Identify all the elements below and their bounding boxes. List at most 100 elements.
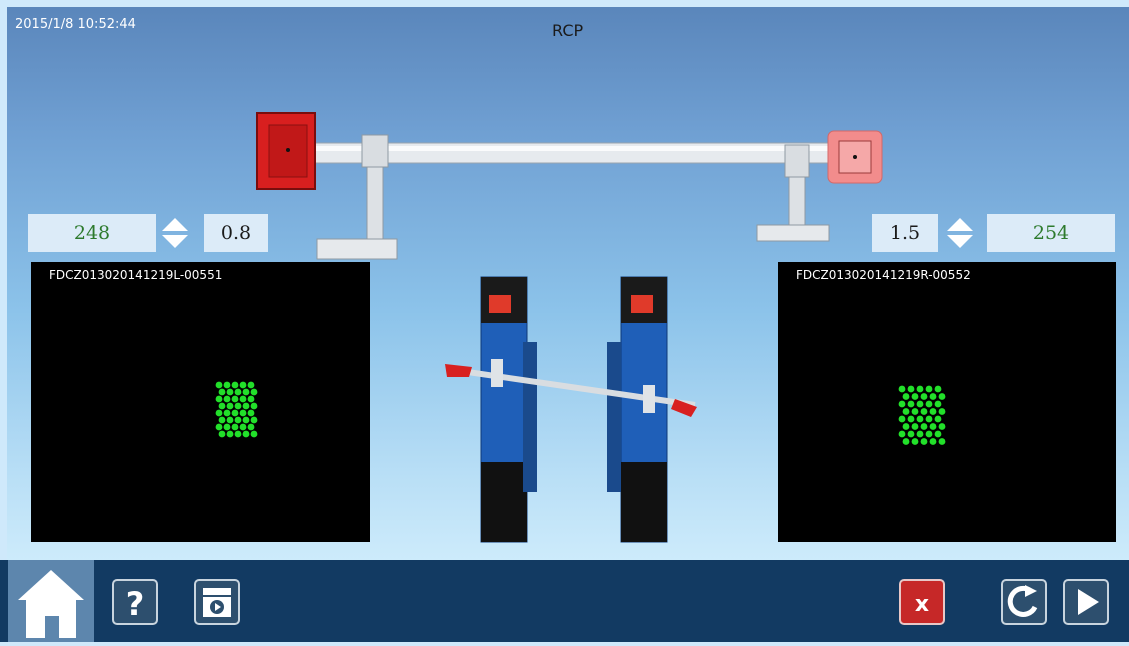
target-dot (218, 416, 226, 424)
target-dot (242, 388, 250, 396)
target-dot (231, 423, 239, 431)
left-clamp-foot (316, 238, 398, 260)
target-dot (925, 400, 933, 408)
svg-text:x: x (915, 592, 929, 617)
target-dot (226, 416, 234, 424)
target-dot (247, 423, 255, 431)
target-dot (234, 430, 242, 438)
target-dot (234, 402, 242, 410)
back-button[interactable] (1001, 579, 1047, 625)
target-dot (938, 423, 946, 430)
left-column-arm (523, 342, 537, 492)
right-clamp-foot (756, 224, 830, 242)
left-target-center (286, 148, 290, 152)
help-icon: ? (112, 579, 158, 625)
target-dot (907, 430, 915, 438)
target-dot (239, 395, 247, 403)
target-dot (898, 385, 906, 393)
target-dot (929, 393, 937, 400)
target-dot (902, 423, 910, 430)
back-icon (1001, 579, 1047, 625)
target-dot (938, 408, 946, 415)
right-column-camera (631, 295, 653, 313)
target-dot (234, 388, 242, 396)
target-dot (226, 430, 234, 438)
left-secondary-value: 0.8 (204, 214, 268, 252)
main-viewport: 2015/1/8 10:52:44 RCP 248 0.8 1.5 254 FD… (7, 7, 1129, 560)
target-dot (911, 393, 919, 400)
target-dot (929, 438, 937, 445)
right-column-base (621, 462, 667, 542)
right-clamp-post (788, 176, 806, 228)
target-dot (902, 393, 910, 400)
target-dot (907, 385, 915, 393)
left-column-camera (489, 295, 511, 313)
target-dot (902, 438, 910, 445)
target-dot (898, 430, 906, 438)
target-dot (920, 393, 928, 400)
target-dot (916, 415, 924, 423)
video-icon (194, 579, 240, 625)
target-dot (920, 408, 928, 415)
target-dot (218, 402, 226, 410)
target-dot (898, 400, 906, 408)
left-main-value: 248 (28, 214, 156, 252)
target-dot (925, 385, 933, 393)
target-dot (916, 400, 924, 408)
left-updown-icon[interactable] (160, 215, 190, 251)
svg-text:?: ? (126, 585, 145, 623)
help-button[interactable]: ? (112, 579, 158, 625)
target-dot (250, 430, 258, 438)
target-dot (215, 423, 223, 431)
target-dot (925, 415, 933, 423)
target-dot (231, 381, 239, 389)
left-column-base (481, 462, 527, 542)
right-camera-view: FDCZ013020141219R-00552 (778, 262, 1116, 542)
target-dot (911, 438, 919, 445)
right-updown-icon[interactable] (945, 215, 975, 251)
close-button[interactable]: x (899, 579, 945, 625)
target-dot (934, 400, 942, 408)
target-dot (250, 416, 258, 424)
target-dot (920, 438, 928, 445)
target-dot (916, 385, 924, 393)
target-dot (218, 388, 226, 396)
target-dot (242, 416, 250, 424)
target-dot (902, 408, 910, 415)
target-dot (231, 409, 239, 417)
target-dot (934, 385, 942, 393)
target-dot (934, 430, 942, 438)
target-dot (226, 402, 234, 410)
close-icon: x (899, 579, 945, 625)
target-dot (907, 415, 915, 423)
target-dot (250, 402, 258, 410)
rear-left-clamp (491, 359, 503, 387)
target-dot (247, 381, 255, 389)
left-clamp-head (361, 134, 389, 168)
target-dot (911, 408, 919, 415)
target-dot (929, 408, 937, 415)
right-secondary-value: 1.5 (872, 214, 938, 252)
target-dot (239, 423, 247, 431)
target-dot (223, 409, 231, 417)
right-main-value: 254 (987, 214, 1115, 252)
target-dot (934, 415, 942, 423)
target-dot (215, 381, 223, 389)
video-button[interactable] (194, 579, 240, 625)
bottom-toolbar: ? x (0, 560, 1129, 642)
target-dot (907, 400, 915, 408)
target-dot (925, 430, 933, 438)
right-target-dot-pattern (898, 385, 946, 445)
target-dot (234, 416, 242, 424)
left-camera-view: FDCZ013020141219L-00551 (31, 262, 370, 542)
target-dot (223, 381, 231, 389)
next-button[interactable] (1063, 579, 1109, 625)
target-dot (242, 430, 250, 438)
target-dot (938, 393, 946, 400)
home-button[interactable] (8, 560, 94, 642)
target-dot (250, 388, 258, 396)
target-dot (247, 395, 255, 403)
target-dot (239, 409, 247, 417)
right-clamp-head (784, 144, 810, 178)
target-dot (916, 430, 924, 438)
